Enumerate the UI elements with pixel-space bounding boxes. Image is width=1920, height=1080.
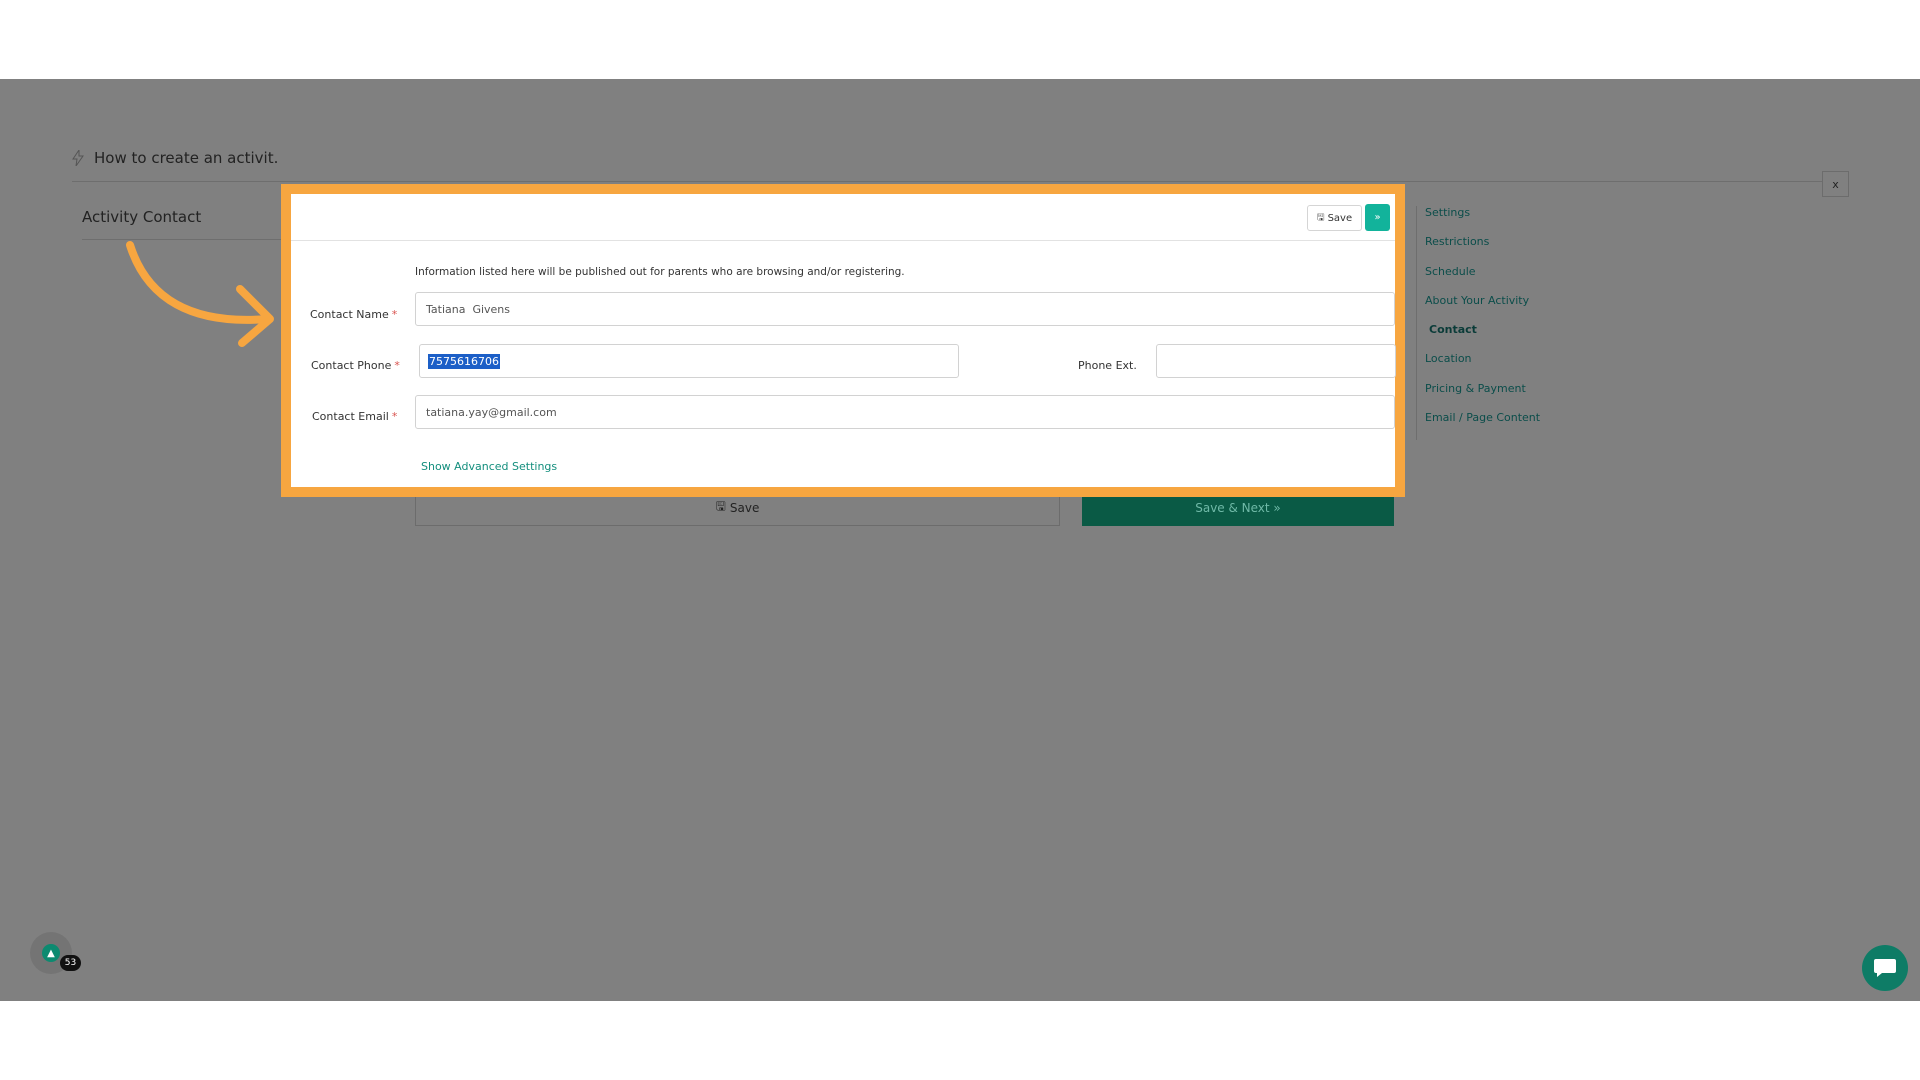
bolt-icon <box>72 150 84 166</box>
floppy-icon: 🖫 <box>1316 213 1325 223</box>
contact-name-input[interactable]: Tatiana Givens <box>415 292 1395 326</box>
modal-next-button[interactable]: » <box>1365 204 1390 231</box>
contact-phone-value: 7575616706 <box>428 353 500 369</box>
pointer-arrow-icon <box>126 241 274 347</box>
required-marker: * <box>391 308 398 321</box>
contact-email-label: Contact Email * <box>312 410 397 423</box>
show-advanced-settings-link[interactable]: Show Advanced Settings <box>421 460 557 473</box>
section-title: Activity Contact <box>82 208 202 226</box>
modal-save-label: Save <box>1327 212 1353 224</box>
label-text: Contact Name <box>310 308 389 321</box>
side-nav-about[interactable]: About Your Activity <box>1425 294 1540 323</box>
side-nav-location[interactable]: Location <box>1425 352 1540 381</box>
side-nav-settings[interactable]: Settings <box>1425 206 1540 235</box>
info-text: Information listed here will be publishe… <box>415 266 905 278</box>
required-marker: * <box>391 410 398 423</box>
divider <box>72 181 1822 182</box>
save-label: Save <box>729 500 760 515</box>
chat-button[interactable] <box>1862 945 1908 991</box>
contact-name-value: Tatiana Givens <box>426 302 511 316</box>
contact-name-label: Contact Name * <box>310 308 397 321</box>
side-nav-email-content[interactable]: Email / Page Content <box>1425 411 1540 440</box>
floppy-icon: 🖫 <box>715 499 726 513</box>
chat-icon <box>1874 959 1896 977</box>
side-nav-contact[interactable]: Contact <box>1425 323 1540 352</box>
side-nav-pricing[interactable]: Pricing & Payment <box>1425 382 1540 411</box>
modal-toolbar: 🖫 Save » <box>291 194 1395 241</box>
label-text: Contact Email <box>312 410 389 423</box>
tutorial-title: How to create an activit. <box>94 149 279 167</box>
contact-phone-label: Contact Phone * <box>311 359 400 372</box>
side-nav-restrictions[interactable]: Restrictions <box>1425 235 1540 264</box>
dimmed-page: How to create an activit. x Activity Con… <box>0 79 1920 1001</box>
modal-save-button[interactable]: 🖫 Save <box>1307 205 1362 231</box>
side-nav: Settings Restrictions Schedule About You… <box>1416 206 1540 441</box>
contact-email-value: tatiana.yay@gmail.com <box>426 405 557 419</box>
close-button[interactable]: x <box>1822 171 1849 197</box>
contact-modal: 🖫 Save » Information listed here will be… <box>281 184 1405 497</box>
required-marker: * <box>394 359 400 372</box>
notification-badge: 53 <box>60 955 81 971</box>
contact-email-input[interactable]: tatiana.yay@gmail.com <box>415 395 1395 429</box>
side-nav-schedule[interactable]: Schedule <box>1425 265 1540 294</box>
phone-ext-label: Phone Ext. <box>1078 359 1137 372</box>
phone-ext-input[interactable] <box>1156 344 1396 378</box>
tutorial-header: How to create an activit. <box>72 149 278 167</box>
contact-phone-input[interactable]: 7575616706 <box>419 344 959 378</box>
label-text: Contact Phone <box>311 359 392 372</box>
app-logo-icon: ▲ <box>42 944 60 962</box>
